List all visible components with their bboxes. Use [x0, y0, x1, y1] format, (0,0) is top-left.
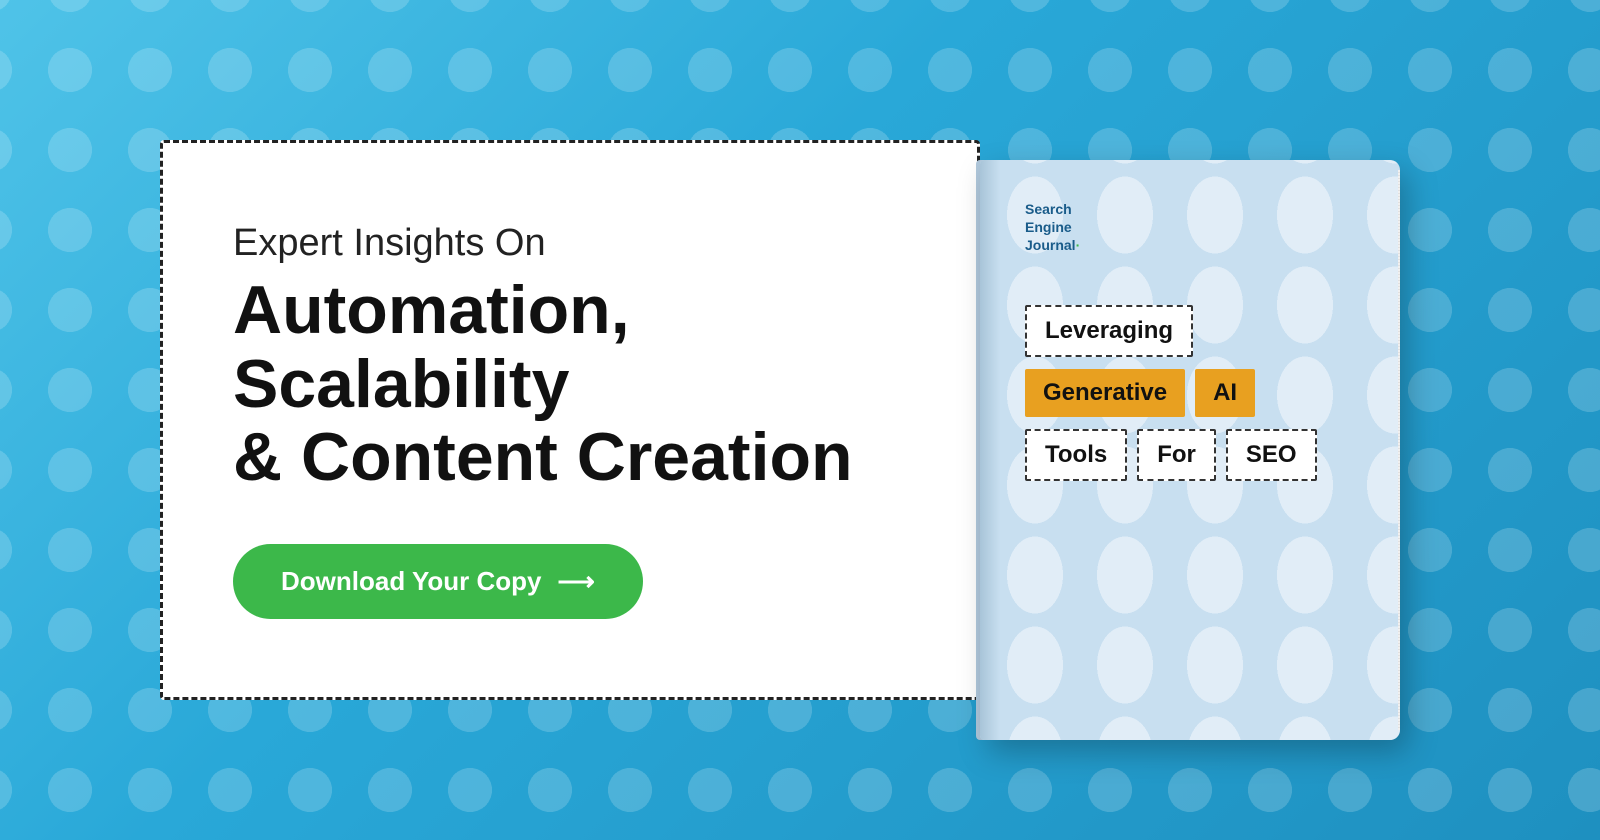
promo-subtitle: Expert Insights On: [233, 221, 907, 267]
book-wrapper: Search Engine Journal· Leveraging Genera…: [980, 160, 1460, 780]
promo-title-line1: Automation, Scalability: [233, 272, 630, 421]
arrow-icon: ⟶: [557, 566, 594, 597]
book-tag-leveraging: Leveraging: [1025, 305, 1193, 357]
promo-box: Expert Insights On Automation, Scalabili…: [160, 140, 980, 700]
book-title-row-3: Tools For SEO: [1025, 429, 1365, 481]
publisher-line2: Engine: [1025, 219, 1072, 235]
book-title-row-1: Leveraging: [1025, 305, 1365, 357]
book-publisher-logo: Search Engine Journal·: [1025, 200, 1365, 255]
book-tag-seo: SEO: [1226, 429, 1317, 481]
book-title-row-2: Generative AI: [1025, 369, 1365, 417]
book-tag-ai: AI: [1195, 369, 1255, 417]
book-content: Search Engine Journal· Leveraging Genera…: [980, 160, 1400, 740]
promo-title-line2: & Content Creation: [233, 419, 853, 495]
publisher-line1: Search: [1025, 201, 1072, 217]
promo-title: Automation, Scalability & Content Creati…: [233, 274, 907, 494]
book-tag-generative: Generative: [1025, 369, 1185, 417]
download-cta-button[interactable]: Download Your Copy ⟶: [233, 544, 643, 619]
book-tag-for: For: [1137, 429, 1216, 481]
book-cover: Search Engine Journal· Leveraging Genera…: [980, 160, 1400, 740]
publisher-dot: ·: [1076, 237, 1081, 253]
book-tag-tools: Tools: [1025, 429, 1127, 481]
publisher-line3: Journal: [1025, 237, 1076, 253]
cta-button-label: Download Your Copy: [281, 566, 541, 597]
main-container: Expert Insights On Automation, Scalabili…: [160, 90, 1440, 750]
book-title-section: Leveraging Generative AI Tools For SEO: [1025, 305, 1365, 481]
